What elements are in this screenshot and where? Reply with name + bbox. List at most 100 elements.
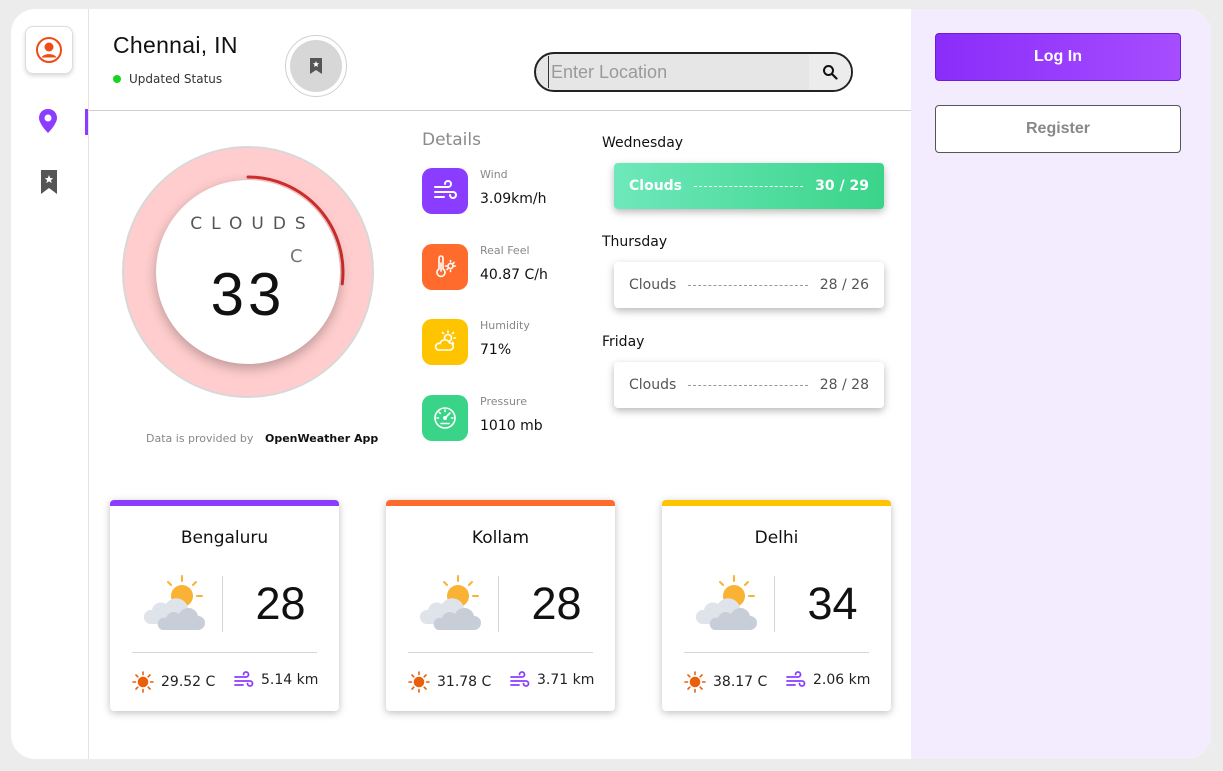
card-accent-bar (386, 500, 615, 506)
partly-cloudy-icon (144, 575, 205, 630)
bookmark-icon[interactable] (39, 169, 59, 195)
card-accent-bar (662, 500, 891, 506)
partly-cloudy-icon (420, 575, 481, 630)
wind-icon (234, 671, 254, 687)
search-input[interactable] (548, 56, 810, 88)
current-temperature: 33 (210, 261, 286, 328)
forecast-day-wednesday: Wednesday (602, 135, 684, 151)
detail-humidity-icon-box (422, 319, 468, 365)
weather-app: Chennai, IN Updated Status CLOUDS C (11, 9, 1211, 759)
card-city-name: Kollam (471, 528, 530, 548)
card-divider-horizontal (684, 652, 869, 653)
wind-icon (786, 671, 806, 687)
forecast-dash (688, 384, 808, 386)
update-status: Updated Status (113, 72, 222, 86)
credit-source: OpenWeather App (265, 432, 379, 445)
detail-pressure: Pressure 1010 mb (422, 395, 592, 441)
card-temperature: 28 (531, 578, 582, 629)
forecast-dash (694, 185, 804, 187)
detail-pressure-icon-box (422, 395, 468, 441)
search-icon (823, 65, 838, 80)
status-dot (113, 75, 121, 83)
data-credit: Data is provided by OpenWeather App (146, 432, 378, 445)
card-wind-value: 3.71 km (537, 672, 595, 688)
search-bar (534, 52, 853, 92)
detail-pressure-label: Pressure (480, 395, 527, 408)
credit-prefix: Data is provided by (146, 432, 254, 445)
card-temperature: 28 (255, 578, 306, 629)
save-location-button[interactable] (285, 35, 347, 97)
forecast-condition: Clouds (629, 377, 677, 393)
detail-real-feel-icon-box (422, 244, 468, 290)
detail-wind-icon-box (422, 168, 468, 214)
sun-icon (132, 671, 154, 693)
wind-icon (434, 180, 457, 199)
bookmark-icon (310, 58, 322, 74)
card-city-name: Delhi (754, 528, 799, 548)
profile-button[interactable] (25, 26, 73, 74)
active-nav-indicator (85, 109, 88, 135)
forecast-dash (688, 284, 808, 286)
location-pin-icon[interactable] (37, 108, 59, 134)
detail-pressure-value: 1010 mb (480, 418, 543, 434)
card-feels-like: 38.17 C (684, 671, 767, 693)
auth-panel: Log In Register (911, 9, 1211, 759)
user-avatar-icon (36, 37, 62, 63)
details-title: Details (422, 130, 481, 150)
city-card-bengaluru[interactable]: Bengaluru 28 29.52 C 5.14 km (110, 500, 339, 711)
card-accent-bar (110, 500, 339, 506)
sun-cloud-icon (434, 330, 457, 351)
card-wind-value: 5.14 km (261, 672, 319, 688)
card-feels-like-value: 31.78 C (437, 674, 492, 690)
gauge-face: CLOUDS C 33 (156, 180, 340, 364)
sun-icon (408, 671, 430, 693)
current-condition: CLOUDS (190, 214, 315, 234)
detail-humidity-value: 71% (480, 342, 512, 358)
detail-real-feel-label: Real Feel (480, 244, 530, 257)
card-city-name: Bengaluru (180, 528, 269, 548)
forecast-card-wednesday[interactable]: Clouds 30 / 29 (614, 163, 884, 209)
search-button[interactable] (809, 54, 851, 90)
card-temperature: 34 (807, 578, 858, 629)
card-wind: 2.06 km (786, 671, 870, 689)
save-location-inner (290, 40, 342, 92)
forecast-condition: Clouds (629, 178, 683, 194)
forecast-day-friday: Friday (602, 334, 645, 350)
register-button[interactable]: Register (935, 105, 1181, 153)
city-card-kollam[interactable]: Kollam 28 31.78 C 3.71 km (386, 500, 615, 711)
detail-real-feel: Real Feel 40.87 C/h (422, 244, 592, 290)
forecast-card-thursday[interactable]: Clouds 28 / 26 (614, 262, 884, 308)
forecast-condition: Clouds (629, 277, 677, 293)
detail-wind: Wind 3.09km/h (422, 168, 592, 214)
status-text: Updated Status (129, 72, 223, 86)
city-card-delhi[interactable]: Delhi 34 38.17 C 2.06 km (662, 500, 891, 711)
forecast-card-friday[interactable]: Clouds 28 / 28 (614, 362, 884, 408)
forecast-day-thursday: Thursday (602, 234, 668, 250)
detail-real-feel-value: 40.87 C/h (480, 267, 548, 283)
card-divider-horizontal (408, 652, 593, 653)
wind-icon (510, 671, 530, 687)
header-divider (89, 110, 911, 111)
sun-icon (684, 671, 706, 693)
forecast-temps: 30 / 29 (815, 178, 869, 194)
login-button[interactable]: Log In (935, 33, 1181, 81)
gauge-icon (434, 407, 456, 429)
temperature-gauge: CLOUDS C 33 (122, 146, 374, 398)
card-feels-like-value: 29.52 C (161, 674, 216, 690)
card-wind: 3.71 km (510, 671, 594, 689)
card-wind-value: 2.06 km (813, 672, 871, 688)
forecast-temps: 28 / 28 (819, 377, 869, 393)
card-feels-like: 31.78 C (408, 671, 491, 693)
detail-humidity: Humidity 71% (422, 319, 592, 365)
card-feels-like: 29.52 C (132, 671, 215, 693)
forecast-temps: 28 / 26 (819, 277, 869, 293)
detail-wind-label: Wind (480, 168, 508, 181)
card-wind: 5.14 km (234, 671, 318, 689)
sidebar (11, 9, 89, 759)
partly-cloudy-icon (696, 575, 757, 630)
city-name: Chennai, IN (113, 32, 238, 58)
card-divider-horizontal (132, 652, 317, 653)
detail-wind-value: 3.09km/h (480, 191, 547, 207)
card-feels-like-value: 38.17 C (713, 674, 768, 690)
thermometer-sun-icon (436, 255, 457, 278)
